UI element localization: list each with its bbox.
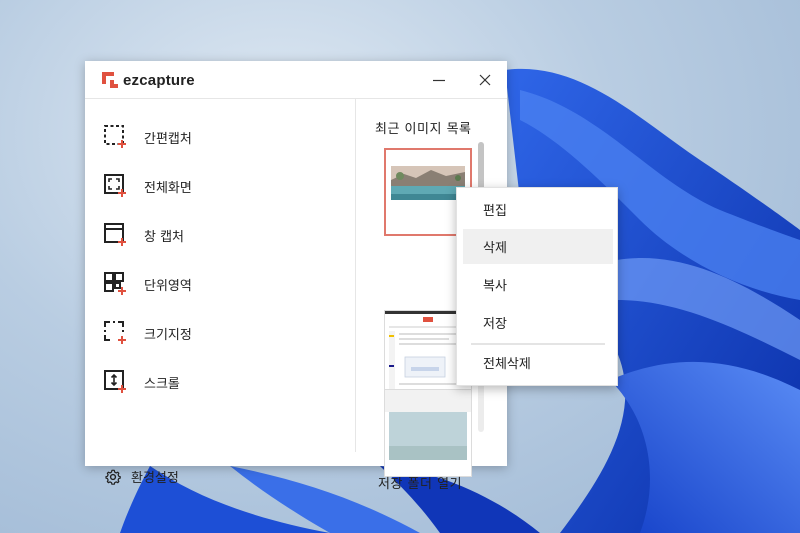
context-menu-label: 복사 bbox=[483, 279, 507, 294]
settings-label: 환경설정 bbox=[131, 471, 179, 486]
context-menu-label: 삭제 bbox=[483, 241, 507, 256]
region-capture-icon bbox=[104, 125, 126, 148]
minimize-button[interactable] bbox=[428, 69, 450, 91]
unit-area-capture-icon bbox=[104, 272, 126, 295]
ezcapture-logo-icon bbox=[102, 72, 118, 88]
ezcapture-window: ezcapture 간편캡처 전체화면 창 캡처 단위영역 크기지정 스크롤 환… bbox=[85, 61, 507, 492]
open-save-folder-button[interactable]: 저장 폴더 열기 bbox=[378, 473, 462, 492]
title-bar: ezcapture bbox=[85, 61, 507, 99]
menu-item-fixed-size-capture[interactable]: 크기지정 bbox=[103, 318, 192, 348]
menu-item-window-capture[interactable]: 창 캡처 bbox=[103, 220, 184, 250]
menu-item-label: 단위영역 bbox=[144, 278, 192, 294]
menu-item-label: 스크롤 bbox=[144, 376, 180, 392]
context-menu-label: 저장 bbox=[483, 317, 507, 332]
close-button[interactable] bbox=[474, 69, 496, 91]
context-menu-label: 편집 bbox=[483, 204, 507, 219]
fullscreen-capture-icon bbox=[104, 174, 126, 197]
sky-landscape-image bbox=[385, 390, 471, 476]
menu-item-fullscreen-capture[interactable]: 전체화면 bbox=[103, 171, 192, 201]
app-logo: ezcapture bbox=[101, 71, 195, 89]
menu-item-region-capture[interactable]: 간편캡처 bbox=[103, 122, 192, 152]
thumbnail-context-menu: 편집 삭제 복사 저장 전체삭제 bbox=[456, 187, 618, 386]
context-menu-edit[interactable]: 편집 bbox=[463, 192, 613, 227]
recent-image-thumbnail-3[interactable] bbox=[384, 389, 472, 477]
capture-menu: 간편캡처 전체화면 창 캡처 단위영역 크기지정 스크롤 환경설정 bbox=[85, 99, 355, 486]
recent-images-title: 최근 이미지 목록 bbox=[375, 122, 472, 137]
menu-item-label: 간편캡처 bbox=[144, 131, 192, 147]
context-menu-copy[interactable]: 복사 bbox=[463, 267, 613, 302]
context-menu-save[interactable]: 저장 bbox=[463, 305, 613, 340]
menu-item-label: 전체화면 bbox=[144, 180, 192, 196]
gear-icon bbox=[105, 469, 121, 485]
fixed-size-capture-icon bbox=[104, 321, 126, 344]
context-menu-delete-all[interactable]: 전체삭제 bbox=[463, 345, 613, 380]
close-icon bbox=[479, 74, 491, 86]
context-menu-label: 전체삭제 bbox=[483, 357, 531, 372]
app-brand-name: ezcapture bbox=[123, 71, 195, 89]
scroll-capture-icon bbox=[104, 370, 126, 393]
menu-item-unit-area-capture[interactable]: 단위영역 bbox=[103, 269, 192, 299]
minimize-icon bbox=[433, 79, 445, 82]
menu-item-scroll-capture[interactable]: 스크롤 bbox=[103, 367, 180, 397]
window-capture-icon bbox=[104, 223, 126, 246]
menu-item-label: 창 캡처 bbox=[144, 229, 185, 245]
menu-item-label: 크기지정 bbox=[144, 327, 192, 343]
context-menu-delete[interactable]: 삭제 bbox=[463, 229, 613, 264]
settings-button[interactable]: 환경설정 bbox=[105, 467, 179, 486]
